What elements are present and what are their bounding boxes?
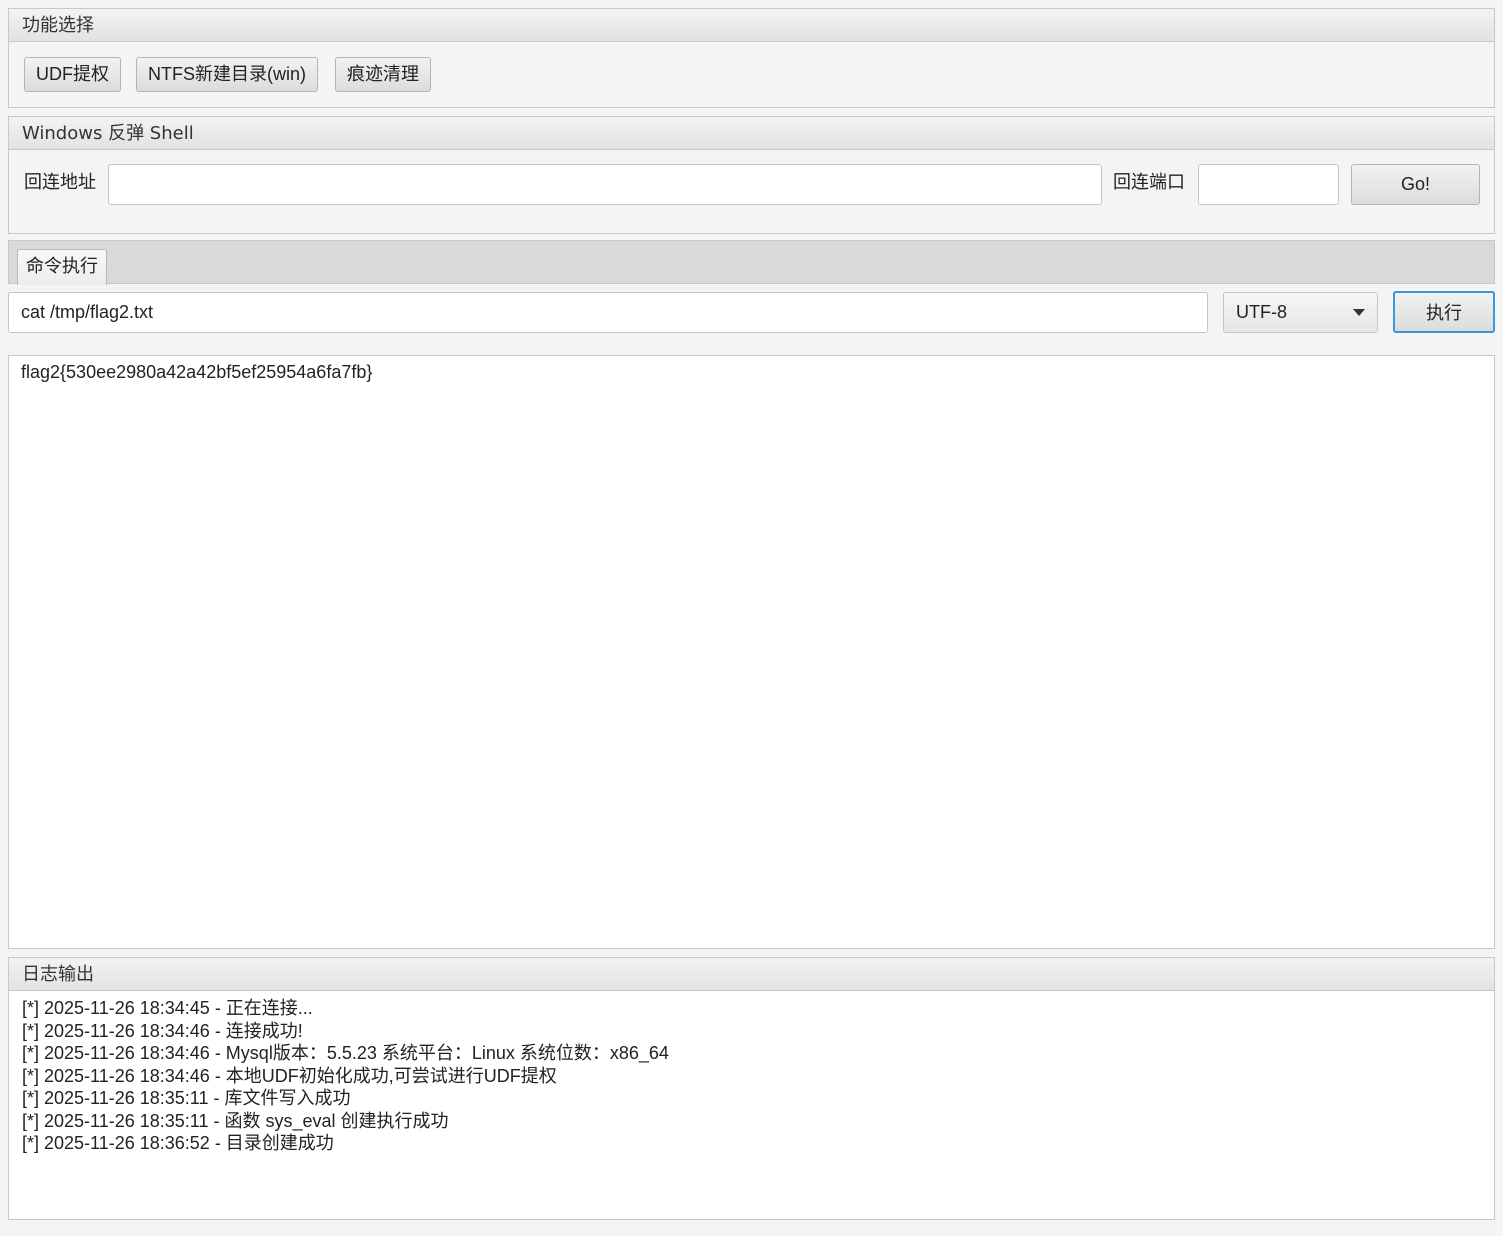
callback-host-input[interactable]: [108, 164, 1102, 205]
log-line: [*] 2025-11-26 18:35:11 - 函数 sys_eval 创建…: [22, 1110, 449, 1131]
log-panel: 日志输出 [*] 2025-11-26 18:34:45 - 正在连接... […: [8, 957, 1495, 1220]
log-title: 日志输出: [9, 958, 1494, 991]
reverse-shell-title: Windows 反弹 Shell: [9, 117, 1494, 150]
trace-cleanup-button[interactable]: 痕迹清理: [335, 57, 431, 92]
log-line: [*] 2025-11-26 18:34:46 - Mysql版本：5.5.23…: [22, 1043, 669, 1063]
callback-port-label: 回连端口: [1113, 172, 1185, 193]
ntfs-mkdir-button[interactable]: NTFS新建目录(win): [136, 57, 318, 92]
encoding-value: UTF-8: [1236, 302, 1287, 322]
log-line: [*] 2025-11-26 18:34:45 - 正在连接...: [22, 998, 313, 1018]
command-output-area[interactable]: flag2{530ee2980a42a42bf5ef25954a6fa7fb}: [8, 355, 1495, 949]
callback-port-input[interactable]: [1198, 164, 1339, 205]
tab-command-exec[interactable]: 命令执行: [17, 249, 107, 285]
function-select-title: 功能选择: [9, 9, 1494, 42]
log-line: [*] 2025-11-26 18:36:52 - 目录创建成功: [22, 1133, 334, 1153]
execute-button[interactable]: 执行: [1393, 291, 1495, 333]
udf-privesc-button[interactable]: UDF提权: [24, 57, 121, 92]
command-tabbar: 命令执行: [8, 240, 1495, 285]
log-output-area[interactable]: [*] 2025-11-26 18:34:45 - 正在连接... [*] 20…: [9, 991, 1494, 1219]
command-input[interactable]: cat /tmp/flag2.txt: [8, 292, 1208, 333]
command-output-text: flag2{530ee2980a42a42bf5ef25954a6fa7fb}: [21, 362, 373, 382]
encoding-select[interactable]: UTF-8: [1223, 292, 1378, 333]
log-line: [*] 2025-11-26 18:34:46 - 本地UDF初始化成功,可尝试…: [22, 1065, 557, 1086]
go-button[interactable]: Go!: [1351, 164, 1480, 205]
log-line: [*] 2025-11-26 18:34:46 - 连接成功!: [22, 1020, 303, 1041]
chevron-down-icon: [1353, 309, 1365, 316]
callback-host-label: 回连地址: [24, 172, 96, 193]
log-line: [*] 2025-11-26 18:35:11 - 库文件写入成功: [22, 1088, 351, 1108]
